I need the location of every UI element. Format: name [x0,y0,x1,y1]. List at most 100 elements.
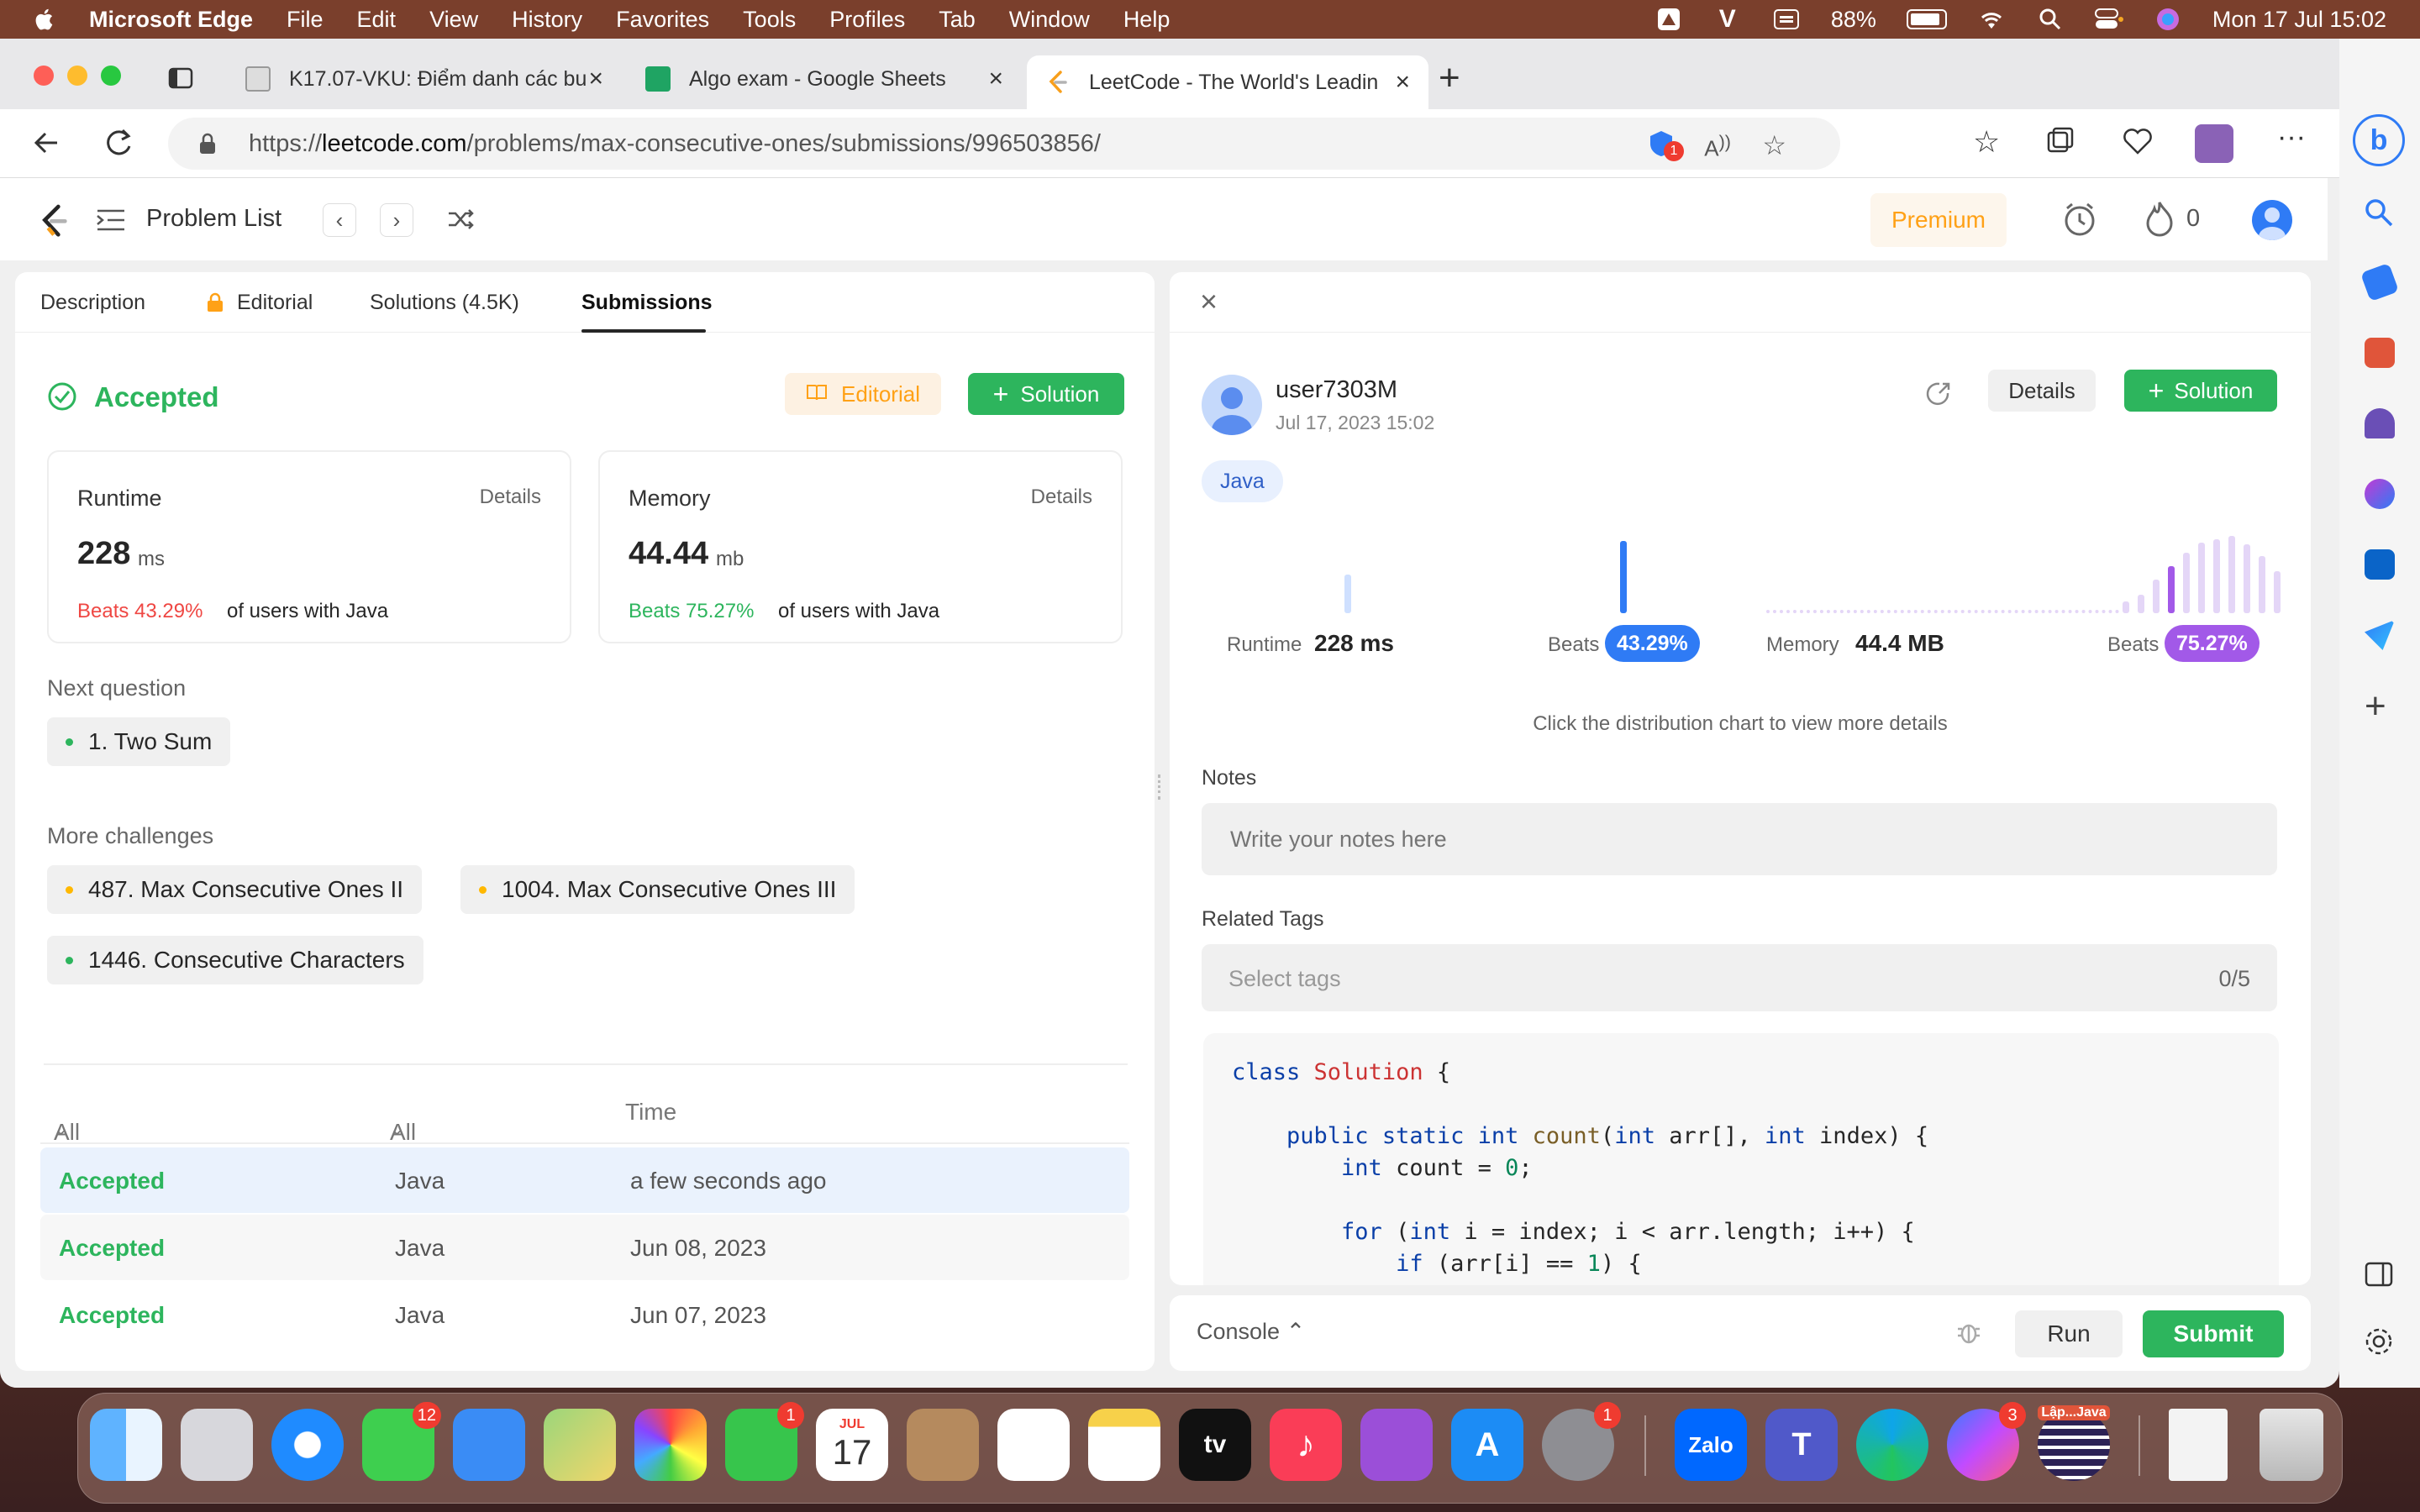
table-row[interactable]: Accepted Java Jun 07, 2023 [40,1282,1129,1347]
new-tab-button[interactable]: + [1439,57,1460,99]
menu-file[interactable]: File [287,7,324,33]
share-icon[interactable] [1926,381,1951,411]
app-store-icon[interactable]: A [1451,1409,1523,1481]
console-toggle[interactable]: Console ⌃ [1197,1319,1305,1345]
sidebar-tools-icon[interactable] [2365,338,2395,368]
more-options-icon[interactable]: ··· [2277,121,2306,154]
menu-edit[interactable]: Edit [357,7,397,33]
profile-avatar[interactable] [2195,124,2233,163]
close-tab-icon[interactable]: × [1395,68,1410,97]
notes-input[interactable] [1202,803,2277,875]
app-name-menu[interactable]: Microsoft Edge [89,7,253,33]
tab-submissions[interactable]: Submissions [581,291,713,315]
close-tab-icon[interactable]: × [988,65,1003,93]
menu-favorites[interactable]: Favorites [616,7,709,33]
address-bar[interactable]: https://leetcode.com/problems/max-consec… [168,118,1840,170]
close-tab-icon[interactable]: × [588,65,603,93]
menu-profiles[interactable]: Profiles [829,7,905,33]
debug-bug-icon[interactable] [1956,1319,1981,1350]
document-stack-icon[interactable] [2169,1409,2228,1481]
sidebar-settings-icon[interactable] [2363,1326,2395,1362]
bing-copilot-icon[interactable]: b [2353,114,2405,166]
sidebar-add-icon[interactable]: + [2365,685,2386,727]
sidebar-outlook-icon[interactable] [2365,549,2395,580]
edge-icon[interactable] [1856,1409,1928,1481]
add-favorite-icon[interactable]: ☆ [1762,129,1786,161]
menubar-clock[interactable]: Mon 17 Jul 15:02 [2212,7,2386,33]
sidebar-layout-icon[interactable] [2365,1262,2393,1291]
challenge-chip[interactable]: 1004. Max Consecutive Ones III [460,865,855,914]
tab-google-sheets[interactable]: Algo exam - Google Sheets × [627,55,1022,102]
user-avatar[interactable] [2252,200,2292,240]
browser-essentials-icon[interactable] [2123,126,2153,160]
extension-shield-icon[interactable]: 1 [1647,129,1684,165]
photos-icon[interactable] [634,1409,707,1481]
calendar-icon[interactable]: JUL 17 [816,1409,888,1481]
tags-select[interactable]: Select tags 0/5 [1202,944,2277,1011]
sidebar-send-icon[interactable] [2365,620,2395,650]
menu-window[interactable]: Window [1009,7,1090,33]
tab-actions-icon[interactable] [168,67,193,93]
runtime-distribution-chart[interactable]: Runtime 228 ms Beats 43.29% [1202,524,1739,684]
apple-menu-icon[interactable] [34,7,57,32]
tab-editorial[interactable]: Editorial [237,291,313,315]
sidebar-office-icon[interactable] [2365,479,2395,509]
reminders-icon[interactable] [997,1409,1070,1481]
back-icon[interactable] [32,128,62,162]
podcasts-icon[interactable] [1360,1409,1433,1481]
menu-tab[interactable]: Tab [939,7,976,33]
next-question-chip[interactable]: 1. Two Sum [47,717,231,766]
minimize-window-button[interactable] [67,66,87,86]
collections-icon[interactable] [2045,126,2075,160]
streak-fire-icon[interactable] [2144,200,2175,241]
submission-username[interactable]: user7303M [1276,376,1397,404]
menu-history[interactable]: History [512,7,582,33]
launchpad-icon[interactable] [181,1409,253,1481]
run-button[interactable]: Run [2015,1310,2123,1357]
table-row[interactable]: Accepted Java a few seconds ago [40,1147,1129,1213]
notes-app-icon[interactable] [1088,1409,1160,1481]
eclipse-java-icon[interactable]: Lập...Java [2038,1405,2110,1481]
menu-view[interactable]: View [429,7,478,33]
sidebar-shopping-icon[interactable] [2360,262,2400,302]
siri-icon[interactable] [2154,7,2182,32]
menu-tools[interactable]: Tools [743,7,796,33]
zalo-icon[interactable]: Zalo [1675,1409,1747,1481]
tab-solutions[interactable]: Solutions (4.5K) [370,291,519,315]
panel-resize-handle[interactable] [1158,774,1165,800]
problem-list-icon[interactable] [96,208,126,236]
wifi-icon[interactable] [1977,7,2006,32]
solution-button[interactable]: + Solution [2124,370,2277,412]
favorites-icon[interactable]: ☆ [1973,124,2000,160]
tab-vku[interactable]: K17.07-VKU: Điểm danh các bu × [227,55,622,102]
sidebar-search-icon[interactable] [2363,197,2395,233]
user-avatar[interactable] [1202,375,1262,435]
runtime-details-link[interactable]: Details [480,486,541,509]
tab-description[interactable]: Description [40,291,145,315]
menu-help[interactable]: Help [1123,7,1171,33]
messages-icon[interactable]: 12 [362,1402,441,1481]
challenge-chip[interactable]: 487. Max Consecutive Ones II [47,865,423,914]
leetcode-logo[interactable] [37,203,71,244]
system-settings-icon[interactable]: 1 [1542,1402,1621,1481]
timer-icon[interactable] [2062,202,2097,241]
row-status[interactable]: Accepted [59,1235,165,1262]
read-aloud-icon[interactable]: A)) [1704,131,1731,162]
teams-icon[interactable]: T [1765,1409,1838,1481]
problem-list-link[interactable]: Problem List [146,205,281,233]
facetime-icon[interactable]: 1 [725,1402,804,1481]
row-status[interactable]: Accepted [59,1302,165,1329]
solution-button[interactable]: + Solution [968,373,1124,415]
premium-button[interactable]: Premium [1870,193,2007,247]
apple-tv-icon[interactable]: tv [1179,1409,1251,1481]
close-icon[interactable]: × [1200,284,1218,319]
v-status-icon[interactable]: V [1713,5,1742,33]
status-app-icon[interactable] [1655,7,1683,32]
finder-icon[interactable] [90,1409,162,1481]
control-center-icon[interactable] [2094,7,2123,32]
close-window-button[interactable] [34,66,54,86]
battery-icon[interactable] [1906,9,1947,29]
spotlight-search-icon[interactable] [2036,7,2065,32]
table-row[interactable]: Accepted Java Jun 08, 2023 [40,1215,1129,1280]
editorial-button[interactable]: Editorial [785,373,941,415]
